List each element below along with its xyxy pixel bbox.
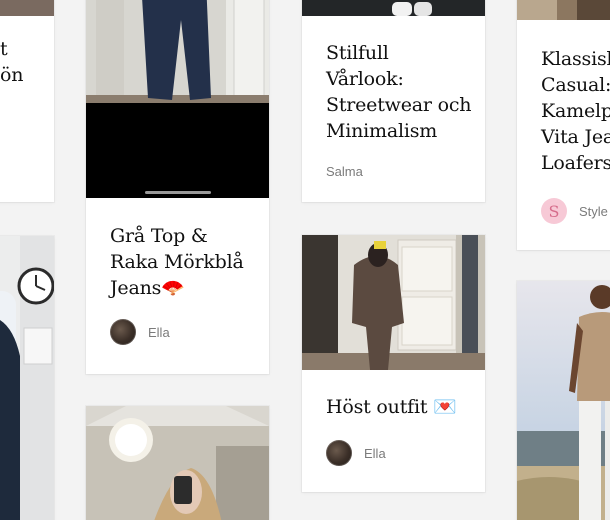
- avatar[interactable]: [326, 440, 352, 466]
- post-title[interactable]: Stilfull Vårlook: Streetwear och Minimal…: [326, 40, 472, 144]
- post-card[interactable]: t ön: [0, 0, 54, 202]
- post-author[interactable]: S Style: [541, 198, 608, 224]
- avatar[interactable]: [110, 319, 136, 345]
- post-image[interactable]: [302, 0, 485, 16]
- photo-outdoor-man: [517, 281, 610, 520]
- post-author[interactable]: Ella: [326, 440, 386, 466]
- post-card[interactable]: Stilfull Vårlook: Streetwear och Minimal…: [302, 0, 485, 202]
- post-card[interactable]: [0, 236, 54, 520]
- photo-mirror-jeans: [86, 0, 269, 198]
- author-name[interactable]: Salma: [326, 164, 363, 179]
- post-card[interactable]: Grå Top & Raka Mörkblå Jeans🪭 Ella: [86, 0, 269, 374]
- post-image[interactable]: [517, 0, 610, 20]
- post-author[interactable]: Salma: [326, 164, 363, 179]
- pin-grid: t ön Grå Top & Raka Mörkblå Jeans🪭 Ella …: [0, 0, 610, 520]
- photo-casual: [517, 0, 610, 20]
- photo-bathroom: [0, 236, 54, 520]
- post-title[interactable]: Klassisk Casual: Kamelp Vita Jea Loafers: [541, 46, 610, 176]
- photo-selfie-room: [86, 406, 269, 520]
- post-image[interactable]: [86, 406, 269, 520]
- author-name[interactable]: Style: [579, 204, 608, 219]
- post-image[interactable]: [0, 236, 54, 520]
- love-letter-emoji-icon: 💌: [433, 396, 457, 418]
- author-name[interactable]: Ella: [364, 446, 386, 461]
- post-author[interactable]: Ella: [110, 319, 170, 345]
- author-name[interactable]: Ella: [148, 325, 170, 340]
- avatar[interactable]: S: [541, 198, 567, 224]
- post-card[interactable]: Höst outfit 💌 Ella: [302, 235, 485, 492]
- post-card[interactable]: [86, 406, 269, 520]
- post-image[interactable]: [302, 235, 485, 370]
- post-card[interactable]: Klassisk Casual: Kamelp Vita Jea Loafers…: [517, 0, 610, 250]
- post-card[interactable]: [517, 281, 610, 520]
- photo-streetwear: [302, 0, 485, 16]
- post-image[interactable]: [86, 0, 269, 198]
- fan-emoji-icon: 🪭: [161, 277, 185, 299]
- post-title[interactable]: Höst outfit 💌: [326, 394, 457, 420]
- post-title[interactable]: t ön: [0, 36, 23, 88]
- post-image[interactable]: [517, 281, 610, 520]
- photo-mirror-jacket: [302, 235, 485, 370]
- post-image[interactable]: [0, 0, 54, 16]
- post-title[interactable]: Grå Top & Raka Mörkblå Jeans🪭: [110, 223, 244, 301]
